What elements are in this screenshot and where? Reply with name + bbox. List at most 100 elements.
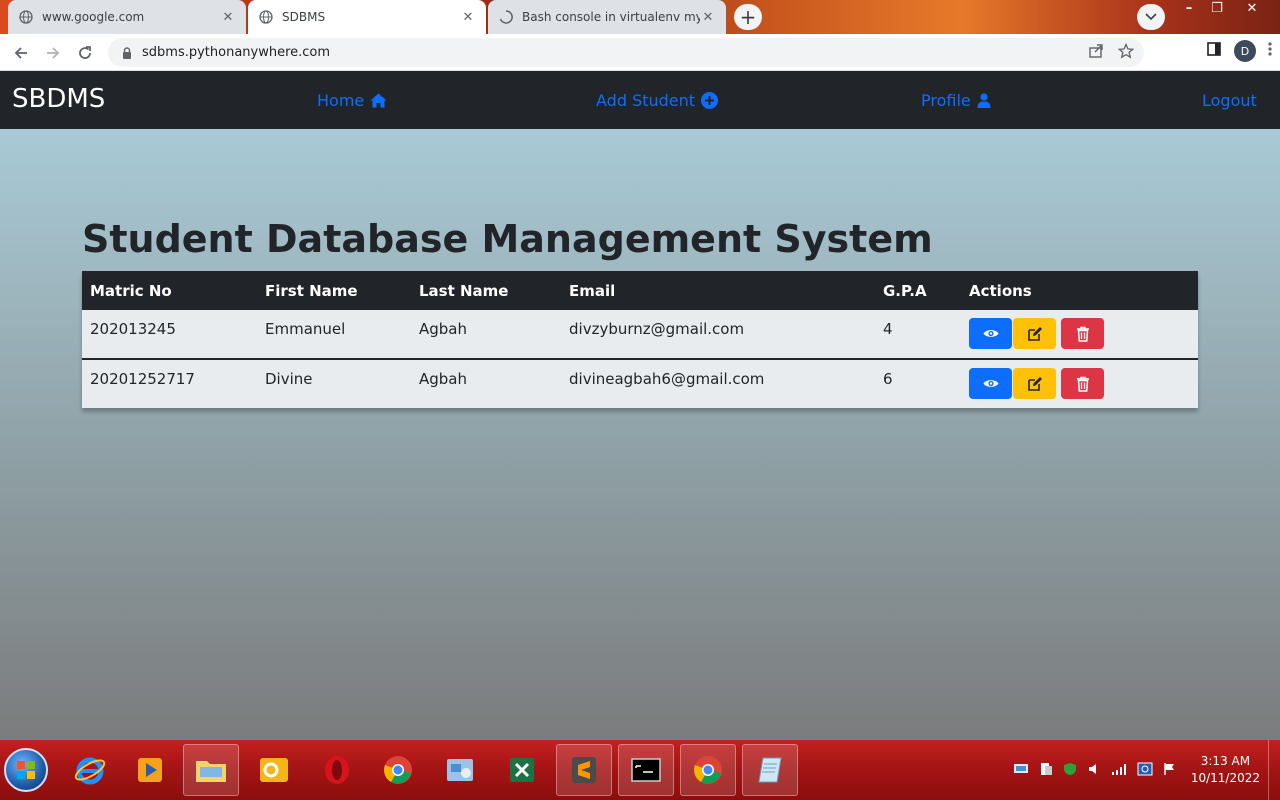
tab-title: www.google.com <box>42 10 145 24</box>
chrome-icon <box>384 756 412 784</box>
url-text: sdbms.pythonanywhere.com <box>142 45 331 60</box>
students-table: Matric No First Name Last Name Email G.P… <box>82 271 1198 408</box>
nav-profile-link[interactable]: Profile <box>921 91 991 110</box>
brand-logo[interactable]: SBDMS <box>12 84 105 114</box>
close-icon[interactable]: ✕ <box>460 10 476 25</box>
taskbar-outlook[interactable] <box>246 744 302 796</box>
eye-icon <box>983 380 998 387</box>
reload-button[interactable] <box>72 40 98 66</box>
antivirus-shield-icon[interactable] <box>1063 762 1077 779</box>
close-icon[interactable]: ✕ <box>700 10 716 25</box>
tab-search-button[interactable] <box>1137 4 1165 30</box>
view-button[interactable] <box>969 368 1012 399</box>
system-tray: 3:13 AM 10/11/2022 <box>1013 740 1260 800</box>
arrow-left-icon <box>14 47 27 59</box>
loading-spinner-icon <box>498 9 514 25</box>
cell-first-name: Divine <box>265 370 313 388</box>
restore-button[interactable]: ❐ <box>1204 0 1230 16</box>
taskbar-notepad[interactable] <box>742 744 798 796</box>
browser-tabstrip: www.google.com ✕ SDBMS ✕ Bash console in… <box>0 0 1280 34</box>
nav-logout-label: Logout <box>1202 91 1257 110</box>
kebab-menu-icon[interactable] <box>1268 41 1272 61</box>
close-icon[interactable]: ✕ <box>220 10 236 25</box>
browser-tab-sdbms[interactable]: SDBMS ✕ <box>248 0 486 34</box>
cell-email: divzyburnz@gmail.com <box>569 320 745 338</box>
new-tab-button[interactable]: + <box>734 4 762 30</box>
folder-icon <box>196 761 226 782</box>
cell-first-name: Emmanuel <box>265 320 346 338</box>
excel-icon <box>510 758 534 782</box>
column-header: G.P.A <box>883 281 927 300</box>
browser-tab-bash[interactable]: Bash console in virtualenv myvirt ✕ <box>488 0 726 34</box>
taskbar-control-panel[interactable] <box>432 744 488 796</box>
taskbar-internet-explorer[interactable] <box>62 744 118 796</box>
delete-button[interactable] <box>1061 318 1104 349</box>
cell-gpa: 4 <box>883 320 893 338</box>
control-panel-icon <box>447 759 473 781</box>
cell-last-name: Agbah <box>419 320 468 338</box>
cell-email: divineagbah6@gmail.com <box>569 370 765 388</box>
notepad-icon <box>758 757 782 783</box>
taskbar-chrome-active[interactable] <box>680 744 736 796</box>
chevron-down-icon <box>1145 13 1157 21</box>
column-header: Matric No <box>90 281 172 300</box>
table-header-row: Matric No First Name Last Name Email G.P… <box>82 271 1198 310</box>
bookmark-star-icon[interactable] <box>1117 42 1135 63</box>
cell-gpa: 6 <box>883 370 893 388</box>
tab-title: SDBMS <box>282 10 326 24</box>
plus-circle-icon <box>701 92 719 109</box>
devices-icon[interactable] <box>1039 762 1053 779</box>
taskbar-command-prompt[interactable] <box>618 744 674 796</box>
windows-logo-icon <box>17 761 35 779</box>
tab-title: Bash console in virtualenv myvirt <box>522 10 700 24</box>
reload-icon <box>79 46 91 59</box>
address-bar[interactable]: sdbms.pythonanywhere.com <box>108 38 1144 67</box>
input-method-icon[interactable] <box>1137 762 1153 779</box>
side-panel-icon[interactable] <box>1206 41 1222 61</box>
globe-icon <box>258 9 274 25</box>
view-button[interactable] <box>969 318 1012 349</box>
taskbar-excel[interactable] <box>494 744 550 796</box>
nav-add-student-label: Add Student <box>596 91 696 110</box>
table-row: 202013245 Emmanuel Agbah divzyburnz@gmai… <box>82 310 1198 359</box>
speaker-icon[interactable] <box>1087 762 1101 779</box>
user-icon <box>977 93 991 108</box>
lock-icon <box>122 46 132 59</box>
trash-icon <box>1076 376 1089 392</box>
nav-profile-label: Profile <box>921 91 971 110</box>
eye-icon <box>983 330 998 337</box>
edit-button[interactable] <box>1013 318 1056 349</box>
taskbar-media-player[interactable] <box>122 744 178 796</box>
taskbar-file-explorer[interactable] <box>183 744 239 796</box>
edit-button[interactable] <box>1013 368 1056 399</box>
pencil-square-icon <box>1027 376 1042 391</box>
nav-home-link[interactable]: Home <box>317 91 387 110</box>
profile-avatar[interactable]: D <box>1234 40 1256 62</box>
close-window-button[interactable]: ✕ <box>1232 0 1272 16</box>
window-controls: – ❐ ✕ <box>1176 0 1272 18</box>
outlook-icon <box>260 758 288 782</box>
column-header: First Name <box>265 281 358 300</box>
show-desktop-button[interactable] <box>1268 740 1280 800</box>
network-adapter-icon[interactable] <box>1013 762 1029 779</box>
page-content: SBDMS Home Add Student Profile Logout St… <box>0 71 1280 740</box>
arrow-right-icon <box>47 47 60 59</box>
delete-button[interactable] <box>1061 368 1104 399</box>
nav-logout-link[interactable]: Logout <box>1202 91 1257 110</box>
browser-tab-google[interactable]: www.google.com ✕ <box>8 0 246 34</box>
signal-bars-icon[interactable] <box>1111 763 1127 778</box>
share-icon[interactable] <box>1088 43 1104 63</box>
nav-add-student-link[interactable]: Add Student <box>596 91 719 110</box>
forward-button[interactable] <box>40 40 66 66</box>
cell-actions <box>961 359 1198 408</box>
browser-toolbar: sdbms.pythonanywhere.com D <box>0 34 1280 71</box>
minimize-button[interactable]: – <box>1176 0 1202 16</box>
taskbar-opera[interactable] <box>309 744 365 796</box>
start-button[interactable] <box>4 748 48 792</box>
taskbar-chrome-pinned[interactable] <box>370 744 426 796</box>
taskbar-sublime-text[interactable] <box>556 744 612 796</box>
terminal-icon <box>631 758 661 782</box>
system-clock[interactable]: 3:13 AM 10/11/2022 <box>1191 753 1260 787</box>
back-button[interactable] <box>8 40 34 66</box>
action-center-flag-icon[interactable] <box>1163 762 1175 779</box>
